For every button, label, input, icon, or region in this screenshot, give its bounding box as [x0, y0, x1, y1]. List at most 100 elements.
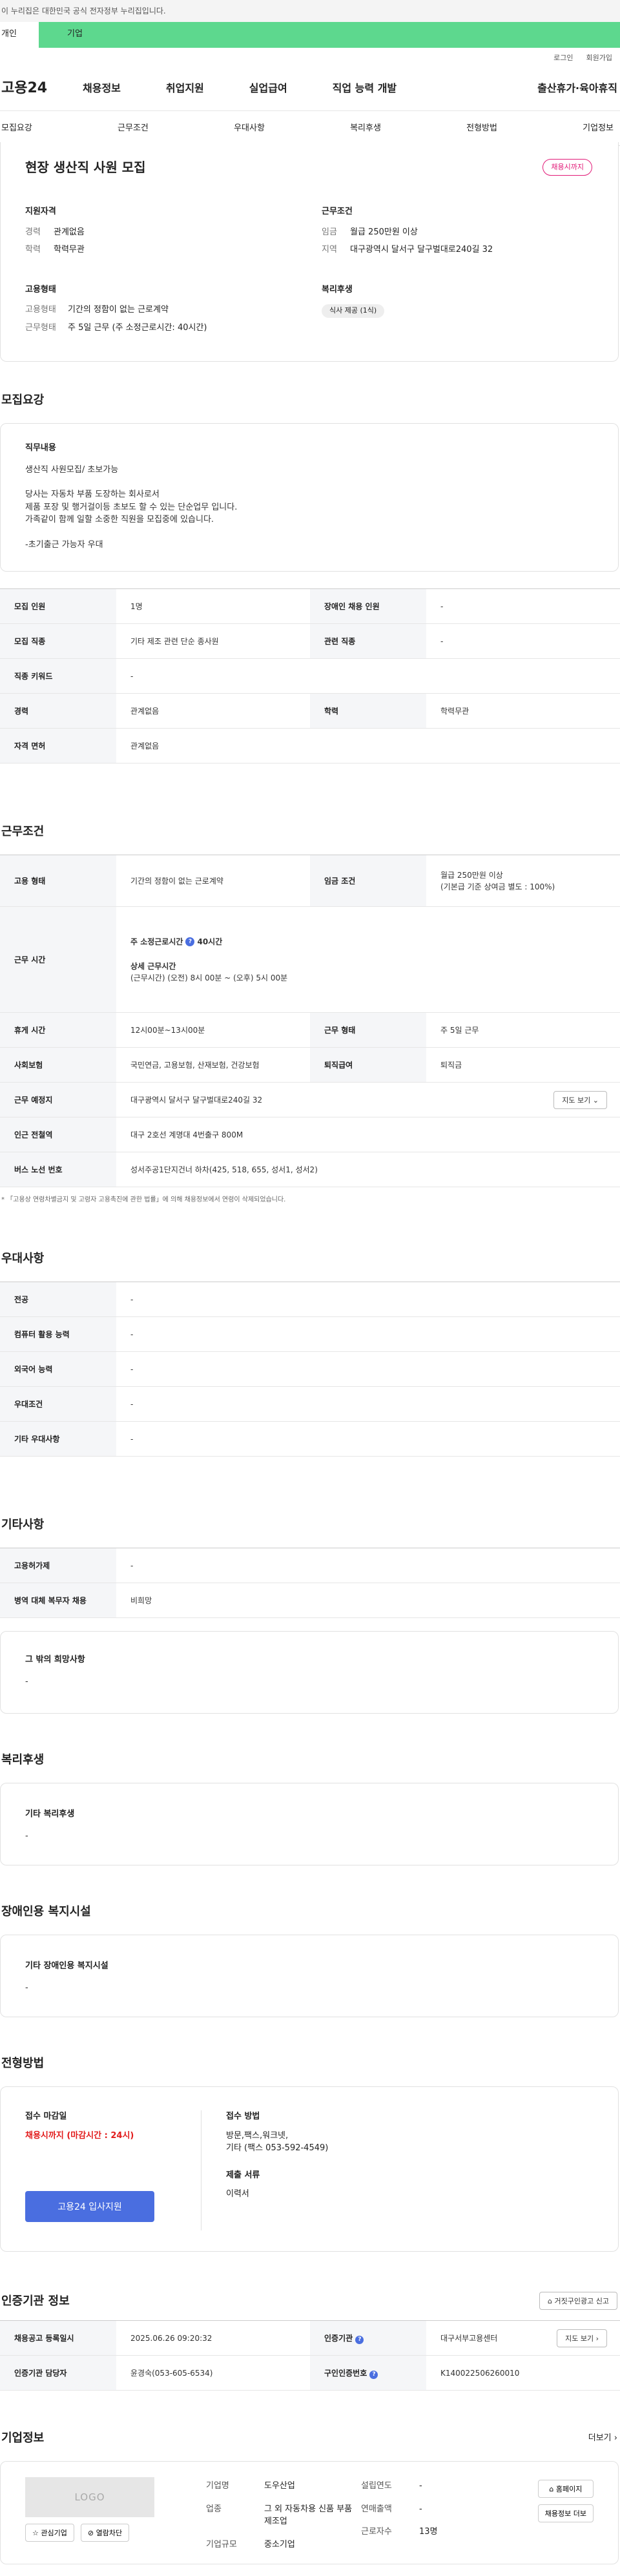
- welfare-block: 복리후생 식사 제공 (1식): [322, 284, 592, 340]
- welfare-chip: 식사 제공 (1식): [322, 304, 385, 318]
- benefit-box-title: 기타 복리후생: [25, 1809, 75, 1819]
- row-value: 기타 제조 관련 단순 종사원: [130, 636, 219, 646]
- table-row: 버스 노선 번호 성서주공1단지건너 하차(425, 518, 655, 성서1,…: [0, 1152, 620, 1187]
- table-row: 사회보험 국민연금, 고용보험, 산재보험, 건강보험 퇴직급여 퇴직금: [0, 1047, 620, 1083]
- corp-value: 그 외 자동차용 신품 부품 제조업: [264, 2504, 353, 2527]
- apply-section-title: 전형방법: [1, 2057, 45, 2070]
- deadline-label: 접수 마감일: [25, 2112, 67, 2121]
- detail-hours-label: 상세 근무시간: [130, 961, 176, 971]
- anchor-corp[interactable]: 기업정보: [583, 122, 614, 135]
- cert-section-title: 인증기관 정보: [1, 2294, 70, 2308]
- more-jobs-button[interactable]: 채용정보 더보: [537, 2504, 594, 2522]
- row-value: 윤경숙(053-605-6534): [130, 2368, 213, 2378]
- qual-value: 관계없음: [54, 227, 85, 237]
- apply-card: 접수 마감일 채용시까지 (마감시간 : 24시) 고용24 입사지원 접수 방…: [0, 2086, 619, 2252]
- table-row: 고용 형태 기간의 정함이 없는 근로계약 임금 조건 월급 250만원 이상 (…: [0, 855, 620, 907]
- table-row: 고용허가제 -: [0, 1548, 620, 1583]
- gov-notice: 이 누리집은 대한민국 공식 전자정부 누리집입니다.: [0, 0, 620, 22]
- row-value: 주 5일 근무: [440, 1025, 479, 1035]
- table-row: 근무 시간 주 소정근로시간? 40시간 상세 근무시간 (근무시간) (오전) …: [0, 906, 620, 1013]
- corp-info-right: 설립연도 - 연매출액 - 근로자수 13명: [361, 2477, 510, 2543]
- join-link[interactable]: 회원가입: [586, 53, 612, 66]
- benefit-section-title: 복리후생: [1, 1753, 45, 1767]
- corp-key: 기업명: [206, 2481, 229, 2491]
- home-icon: ⌂: [549, 2485, 554, 2493]
- block-button[interactable]: ⊘ 열람차단: [80, 2524, 130, 2542]
- site-logo[interactable]: 고용24: [0, 78, 83, 99]
- favorite-button[interactable]: ☆ 관심기업: [25, 2524, 74, 2542]
- row-key: 모집 직종: [0, 623, 116, 659]
- anchor-recruit[interactable]: 모집요강: [1, 122, 32, 135]
- row-key: 고용허가제: [0, 1548, 116, 1583]
- gnb-unemployment-benefit[interactable]: 실업급여: [249, 81, 287, 96]
- disabled-box-title: 기타 장애인용 복지시설: [25, 1961, 108, 1971]
- cert-header: 인증기관 정보 ⌂ 거짓구인광고 신고: [0, 2292, 620, 2310]
- corp-key: 설립연도: [361, 2481, 392, 2491]
- qualification-title: 지원자격: [25, 207, 56, 216]
- deadline-value: 채용시까지 (마감시간 : 24시): [25, 2130, 134, 2141]
- info-icon[interactable]: ?: [369, 2370, 378, 2379]
- job-desc-line: 가족같이 함께 일할 소중한 직원을 모집중에 있습니다.: [25, 515, 214, 525]
- apply-button[interactable]: 고용24 입사지원: [25, 2191, 154, 2222]
- row-key: 외국어 능력: [0, 1351, 116, 1387]
- apply-deadline-col: 접수 마감일 채용시까지 (마감시간 : 24시) 고용24 입사지원: [25, 2110, 202, 2230]
- docs-value: 이력서: [226, 2189, 249, 2199]
- emp-value: 주 5일 근무 (주 소정근로시간: 40시간): [68, 322, 207, 333]
- report-button[interactable]: ⌂ 거짓구인광고 신고: [539, 2292, 617, 2310]
- info-icon[interactable]: ?: [355, 2335, 364, 2344]
- row-key: 버스 노선 번호: [0, 1152, 116, 1187]
- gnb-employment-support[interactable]: 취업지원: [166, 81, 204, 96]
- info-icon[interactable]: ?: [185, 937, 195, 946]
- tab-personal[interactable]: 개인: [0, 22, 39, 48]
- tab-company[interactable]: 기업: [39, 22, 620, 48]
- row-value: -: [130, 1294, 134, 1304]
- corp-value: 13명: [419, 2527, 438, 2537]
- anchor-benefit[interactable]: 복리후생: [350, 122, 381, 135]
- gnb-vocational-training[interactable]: 직업 능력 개발: [333, 81, 397, 96]
- anchor-apply[interactable]: 전형방법: [466, 122, 497, 135]
- benefit-box: 기타 복리후생 -: [0, 1783, 619, 1865]
- row-value: 퇴직금: [440, 1060, 462, 1070]
- row-value: 국민연금, 고용보험, 산재보험, 건강보험: [130, 1060, 260, 1070]
- employment-block: 고용형태 고용형태 기간의 정함이 없는 근로계약 근무형태 주 5일 근무 (주 …: [25, 284, 296, 340]
- qual-value: 학력무관: [54, 245, 85, 254]
- row-key: 근무 시간: [0, 906, 116, 1013]
- home-icon: ⌂: [548, 2297, 553, 2305]
- corp-value: 중소기업: [264, 2539, 295, 2550]
- table-row: 기타 우대사항 -: [0, 1421, 620, 1457]
- table-row: 인증기관 담당자 윤경숙(053-605-6534) 구인인증번호 ? K1400…: [0, 2355, 620, 2391]
- map-button[interactable]: 지도 보기 ⌄: [553, 1090, 607, 1109]
- job-description-box: 직무내용 생산직 사원모집/ 초보가능 당사는 자동차 부품 도장하는 회사로서…: [0, 423, 619, 572]
- corp-more-link[interactable]: 더보기 ›: [588, 2432, 617, 2445]
- corp-info-left: 기업명 도우산업 업종 그 외 자동차용 신품 부품 제조업 기업규모 중소기업: [206, 2477, 361, 2550]
- homepage-button[interactable]: ⌂ 홈페이지: [537, 2480, 594, 2498]
- table-row: 휴게 시간 12시00분~13시00분 근무 형태 주 5일 근무: [0, 1012, 620, 1048]
- etc-table: 고용허가제 - 병역 대체 복무자 채용 비희망: [0, 1548, 620, 1618]
- anchor-work[interactable]: 근무조건: [118, 122, 149, 135]
- gnb-jobs[interactable]: 채용정보: [83, 81, 121, 96]
- etc-section-title: 기타사항: [1, 1518, 45, 1532]
- work-address: 대구광역시 달서구 달구벌대로240길 32: [130, 1095, 263, 1105]
- row-key: 인증기관 ?: [310, 2320, 426, 2356]
- row-value: 관계없음: [130, 706, 160, 716]
- row-key: 자격 면허: [0, 728, 116, 763]
- anchor-pref[interactable]: 우대사항: [234, 122, 265, 135]
- place-cell: 대구광역시 달서구 달구벌대로240길 32 지도 보기 ⌄: [116, 1083, 620, 1117]
- table-row: 모집 인원 1명 장애인 채용 인원 -: [0, 588, 620, 624]
- recruit-table: 모집 인원 1명 장애인 채용 인원 - 모집 직종 기타 제조 관련 단순 종사원 관련…: [0, 588, 620, 763]
- map-button-label: 지도 보기: [562, 1096, 591, 1105]
- row-key: 병역 대체 복무자 채용: [0, 1583, 116, 1618]
- wage-value: 월급 250만원 이상: [440, 870, 503, 880]
- gnb-parental-leave[interactable]: 출산휴가·육아휴직: [537, 81, 620, 96]
- corp-more-label: 더보기: [588, 2433, 612, 2443]
- login-link[interactable]: 로그인: [553, 53, 573, 66]
- block-label: 열람차단: [96, 2529, 123, 2537]
- row-value: -: [130, 1399, 134, 1409]
- report-button-label: 거짓구인광고 신고: [554, 2297, 609, 2305]
- detail-anchor-tabs: 모집요강 근무조건 우대사항 복리후생 전형방법 기업정보: [0, 111, 620, 146]
- corp-logo: LOGO: [25, 2477, 154, 2517]
- no-key-label: 구인인증번호: [324, 2368, 367, 2378]
- method-line: 방문,팩스,워크넷,: [226, 2130, 289, 2141]
- row-value: K140022506260010: [440, 2368, 520, 2378]
- org-map-button[interactable]: 지도 보기 ›: [557, 2329, 607, 2347]
